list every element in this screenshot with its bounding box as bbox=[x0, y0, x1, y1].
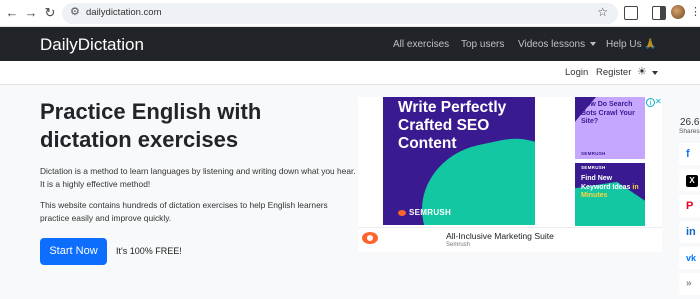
ad-headline: Write Perfectly Crafted SEO Content bbox=[398, 99, 507, 152]
more-share-icon[interactable]: » bbox=[679, 273, 700, 295]
theme-dropdown-caret-icon[interactable] bbox=[652, 71, 658, 75]
bookmark-star-icon[interactable]: ☆ bbox=[597, 5, 608, 19]
intro-paragraph: Dictation is a method to learn languages… bbox=[40, 166, 356, 189]
semrush-logo-small: SEMRUSH bbox=[581, 165, 606, 170]
ad-side-text-2a: Find New Keyword Ideas bbox=[581, 175, 631, 191]
semrush-logo-small: SEMRUSH bbox=[581, 151, 606, 156]
ad-side-text-1: How Do Search Bots Crawl Your Site? bbox=[581, 101, 635, 125]
ad-side-text-2: Find New Keyword Ideas in Minutes bbox=[581, 175, 641, 201]
x-logo-icon: X bbox=[686, 175, 698, 187]
nav-all-exercises[interactable]: All exercises bbox=[393, 39, 449, 50]
address-bar[interactable]: ⚙ dailydictation.com ☆ bbox=[62, 3, 618, 24]
browser-toolbar: ← → ↻ ⚙ dailydictation.com ☆ ⋮ bbox=[0, 0, 700, 27]
pinterest-share-icon[interactable]: P bbox=[679, 195, 700, 217]
profile-avatar[interactable] bbox=[671, 5, 685, 19]
register-link[interactable]: Register bbox=[596, 67, 631, 78]
share-count: 26.6 bbox=[680, 117, 700, 128]
description-paragraph: This website contains hundreds of dictat… bbox=[40, 200, 328, 223]
account-bar: Login Register ☀ bbox=[0, 61, 700, 85]
forward-icon[interactable]: → bbox=[23, 5, 39, 21]
ad-footer-title: All-Inclusive Marketing Suite bbox=[446, 231, 554, 241]
nav-top-users[interactable]: Top users bbox=[461, 39, 504, 50]
facebook-share-icon[interactable]: f bbox=[679, 143, 700, 165]
nav-videos-lessons-label: Videos lessons bbox=[518, 39, 586, 50]
ad-close-icon[interactable]: ✕ bbox=[655, 97, 662, 106]
share-label: Shares bbox=[679, 128, 700, 135]
side-panel-icon[interactable] bbox=[652, 6, 666, 20]
ad-side-creative-2[interactable]: SEMRUSH Find New Keyword Ideas in Minute… bbox=[575, 163, 645, 226]
start-now-button[interactable]: Start Now bbox=[40, 238, 107, 265]
theme-toggle-icon[interactable]: ☀ bbox=[637, 65, 647, 78]
site-settings-icon[interactable]: ⚙ bbox=[70, 5, 80, 18]
login-link[interactable]: Login bbox=[565, 67, 588, 78]
free-note: It's 100% FREE! bbox=[116, 246, 182, 256]
x-share-icon[interactable]: X bbox=[679, 169, 700, 191]
vk-share-icon[interactable]: vk bbox=[679, 247, 700, 269]
semrush-logo-icon bbox=[362, 232, 378, 244]
back-icon[interactable]: ← bbox=[4, 5, 20, 21]
site-brand[interactable]: DailyDictation bbox=[40, 35, 144, 55]
ad-footer-advertiser: Semrush bbox=[446, 242, 471, 248]
ad-side-creative-1[interactable]: How Do Search Bots Crawl Your Site? SEMR… bbox=[575, 97, 645, 159]
ad-footer[interactable]: All-Inclusive Marketing Suite Semrush bbox=[358, 227, 662, 252]
chevron-down-icon bbox=[590, 42, 597, 47]
semrush-logo: SEMRUSH bbox=[398, 208, 451, 217]
url-text[interactable]: dailydictation.com bbox=[86, 7, 162, 18]
linkedin-share-icon[interactable]: in bbox=[679, 221, 700, 243]
ad-main-creative[interactable]: Write Perfectly Crafted SEO Content SEMR… bbox=[383, 97, 535, 225]
ad-choices-icon[interactable]: i bbox=[646, 98, 655, 107]
page-title: Practice English with dictation exercise… bbox=[40, 99, 262, 152]
nav-videos-lessons[interactable]: Videos lessons bbox=[518, 39, 597, 50]
ad-banner[interactable]: Write Perfectly Crafted SEO Content SEMR… bbox=[358, 97, 662, 252]
browser-menu-icon[interactable]: ⋮ bbox=[690, 5, 700, 18]
extensions-icon[interactable] bbox=[624, 6, 638, 20]
nav-help-us[interactable]: Help Us 🙏 bbox=[606, 39, 657, 50]
reload-icon[interactable]: ↻ bbox=[42, 5, 58, 21]
site-navbar: DailyDictation All exercises Top users V… bbox=[0, 27, 700, 61]
